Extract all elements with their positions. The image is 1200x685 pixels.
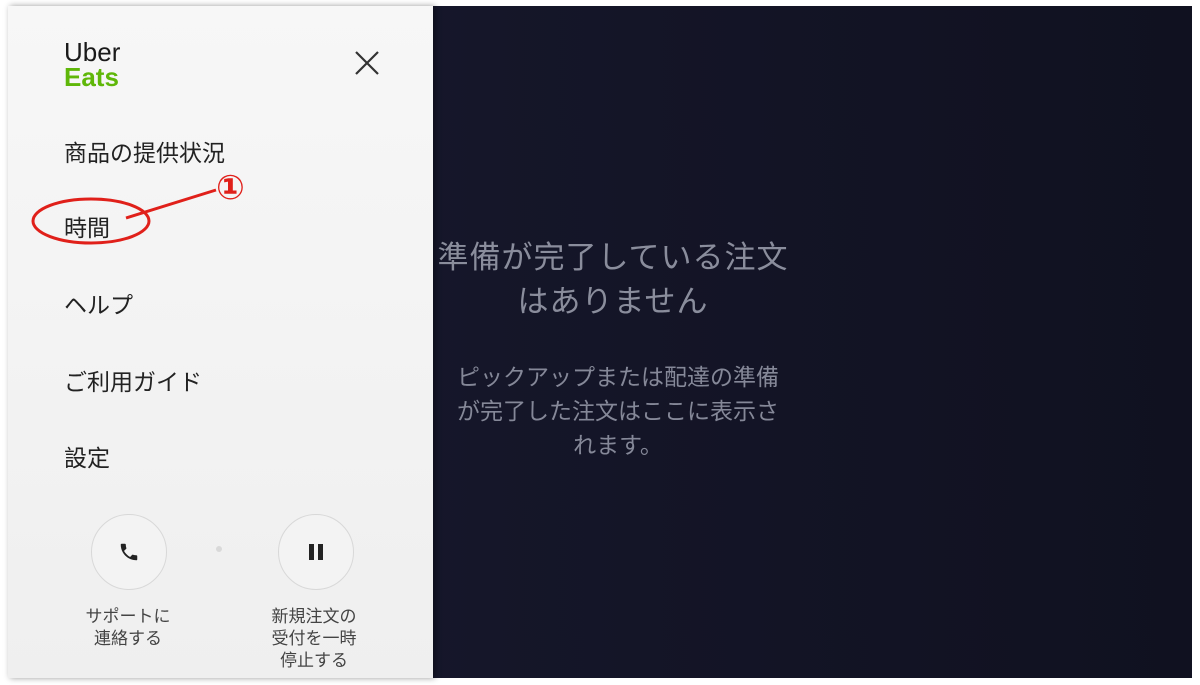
close-icon — [355, 51, 379, 75]
empty-state-title: 準備が完了している注文 はありません — [437, 240, 789, 320]
pause-orders-label: 新規注文の 受付を一時 停止する — [271, 607, 357, 671]
phone-icon — [120, 543, 138, 561]
menu-item-settings[interactable]: 設定 — [64, 439, 110, 473]
contact-support-button[interactable] — [91, 514, 167, 590]
uber-eats-logo: Uber Eats — [64, 39, 120, 92]
annotation-arrow — [125, 188, 217, 220]
close-button[interactable] — [348, 44, 386, 82]
menu-item-item-availability[interactable]: 商品の提供状況 — [64, 134, 225, 168]
contact-support-label: サポートに 連絡する — [85, 607, 171, 649]
annotation-number: ① — [216, 168, 245, 208]
side-drawer: Uber Eats 商品の提供状況 時間 ヘルプ ご利用ガイド 設定 ① サポー… — [8, 6, 433, 678]
app-screen: 準備が完了している注文 はありません ピックアップまたは配達の準備 が完了した注… — [8, 6, 1192, 678]
pause-icon — [309, 544, 323, 560]
menu-item-guide[interactable]: ご利用ガイド — [64, 363, 202, 397]
divider-dot — [216, 546, 222, 552]
empty-state-description: ピックアップまたは配達の準備 が完了した注文はここに表示さ れます。 — [457, 365, 779, 459]
menu-item-help[interactable]: ヘルプ — [64, 286, 133, 320]
logo-eats-text: Eats — [64, 62, 119, 92]
pause-orders-button[interactable] — [278, 514, 354, 590]
